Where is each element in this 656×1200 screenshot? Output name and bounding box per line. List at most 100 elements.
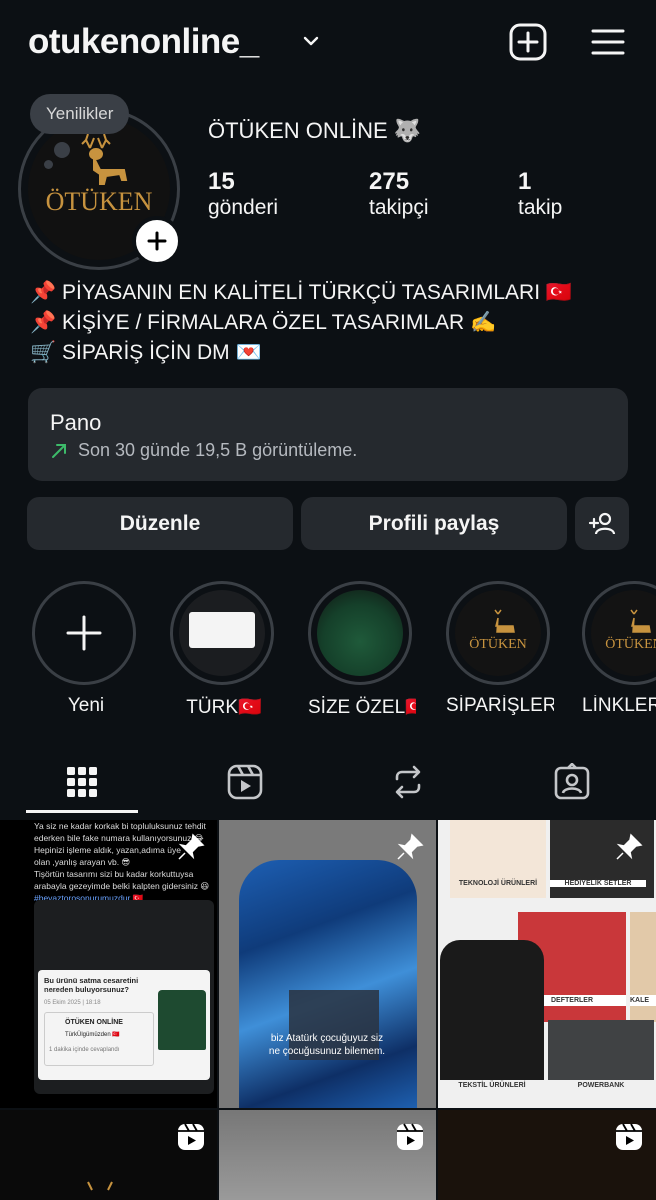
- dashboard-subtitle: Son 30 günde 19,5 B görüntüleme.: [78, 440, 358, 460]
- deer-logo-icon: ÖTÜKEN: [469, 609, 527, 652]
- repost-icon: [395, 765, 421, 799]
- highlight-circle: ÖTÜKEN: [582, 581, 656, 685]
- post-thumbnail-6[interactable]: [438, 1110, 656, 1200]
- post-1-screenshot: Bu ürünü satma cesaretini nereden buluyo…: [38, 970, 210, 1080]
- stat-followers-label: takipçi: [369, 196, 429, 219]
- card-name: ÖTÜKEN ONLİNE: [65, 1019, 123, 1026]
- post-thumbnail-4[interactable]: [0, 1110, 217, 1200]
- tagged-person-icon: [554, 763, 590, 800]
- pin-icon: [395, 832, 425, 862]
- stat-following[interactable]: 1 takip: [518, 168, 562, 220]
- pin-icon: [176, 832, 206, 862]
- pin-icon: [614, 832, 644, 862]
- reel-icon: [395, 1122, 425, 1152]
- highlight-circle: ÖTÜKEN: [446, 581, 550, 685]
- stat-posts-label: gönderi: [208, 196, 279, 219]
- menu-button[interactable]: [586, 20, 630, 64]
- highlight-new-circle: [32, 581, 136, 685]
- post-thumbnail-2[interactable]: biz Atatürk çocuğuyuz siz ne çocuğusunuz…: [219, 820, 436, 1108]
- reels-icon: [227, 764, 263, 800]
- card-reply: 1 dakika içinde cevaplandı: [49, 1047, 120, 1053]
- tab-grid[interactable]: [0, 754, 164, 810]
- card-sub: TürkÜlgümüzden 🇹🇷: [65, 1032, 120, 1038]
- professional-dashboard[interactable]: Pano Son 30 günde 19,5 B görüntüleme.: [28, 388, 628, 481]
- dashboard-title: Pano: [50, 410, 102, 435]
- post-text-line: arabayla gezeyimde belki kalpten gidersi…: [34, 881, 210, 891]
- add-person-icon: [588, 512, 616, 534]
- trend-up-icon: [50, 442, 68, 460]
- highlight-new[interactable]: Yeni: [32, 581, 140, 717]
- plus-icon: [66, 615, 102, 651]
- post-text-line: Tişörtün tasarımı sizi bu kadar korkuttu…: [34, 869, 194, 879]
- bio-line-3: 🛒 SİPARİŞ İÇİN DM 💌: [30, 341, 262, 364]
- tshirt-image: [239, 860, 417, 1108]
- deer-logo-icon: [87, 1181, 113, 1191]
- post-thumbnail-5[interactable]: [219, 1110, 436, 1200]
- active-tab-indicator: [26, 810, 138, 813]
- highlight-cover-screenshot: [179, 590, 265, 676]
- highlight-label: LİNKLER: [582, 695, 656, 716]
- category-label: KALE: [630, 995, 656, 1006]
- card-tshirt-image: [158, 990, 206, 1050]
- highlight-label: SİZE ÖZEL🇹🇷: [308, 697, 416, 718]
- card-stars: **** ****: [44, 990, 65, 996]
- bio-line-2: 📌 KİŞİYE / FİRMALARA ÖZEL TASARIMLAR ✍️: [30, 311, 497, 334]
- tab-tagged[interactable]: [490, 754, 654, 810]
- plus-square-icon: [509, 23, 547, 61]
- grid-icon: [67, 767, 97, 797]
- highlight-turk[interactable]: TÜRK🇹🇷: [170, 581, 278, 719]
- category-label: POWERBANK: [577, 1082, 625, 1089]
- stat-posts-count: 15: [208, 168, 235, 195]
- highlight-label: TÜRK🇹🇷: [186, 697, 262, 718]
- note-bubble-tail: [54, 142, 70, 158]
- highlight-cover-logo: ÖTÜKEN: [455, 590, 541, 676]
- discover-people-button[interactable]: [575, 497, 629, 550]
- card-reply-box: ÖTÜKEN ONLİNE TürkÜlgümüzden 🇹🇷 1 dakika…: [44, 1012, 154, 1066]
- highlight-linkler[interactable]: ÖTÜKEN LİNKLER: [582, 581, 656, 717]
- tab-reposts[interactable]: [326, 754, 490, 810]
- profile-note[interactable]: Yenilikler: [30, 94, 130, 134]
- tab-reels[interactable]: [163, 754, 327, 810]
- add-story-button[interactable]: [132, 216, 182, 266]
- reel-icon: [614, 1122, 644, 1152]
- post-1-embedded-card: Bu ürünü satma cesaretini nereden buluyo…: [34, 900, 214, 1094]
- highlight-siparisler[interactable]: ÖTÜKEN SİPARİŞLER...: [446, 581, 554, 717]
- category-label: TEKSTİL ÜRÜNLERİ: [458, 1082, 526, 1089]
- card-date: 05 Ekim 2025 | 18:18: [44, 1000, 101, 1006]
- stat-following-label: takip: [518, 196, 563, 219]
- post-2-caption: biz Atatürk çocuğuyuz siz ne çocuğusunuz…: [268, 1033, 386, 1057]
- post-text-line: Ya siz ne kadar korkak bi topluluksunuz …: [34, 821, 206, 831]
- highlight-label: SİPARİŞLER...: [446, 695, 554, 716]
- category-label: TEKNOLOJİ ÜRÜNLERİ: [458, 880, 538, 887]
- edit-profile-button[interactable]: Düzenle: [27, 497, 293, 550]
- plus-icon: [147, 231, 167, 251]
- post-thumbnail-1[interactable]: Ya siz ne kadar korkak bi topluluksunuz …: [0, 820, 217, 1108]
- deer-logo-icon: ÖTÜKEN: [605, 609, 656, 652]
- stat-followers[interactable]: 275 takipçi: [369, 168, 429, 220]
- highlight-circle: [308, 581, 412, 685]
- svg-text:ÖTÜKEN: ÖTÜKEN: [46, 187, 153, 216]
- highlight-cover-tshirt: [317, 590, 403, 676]
- highlight-size-ozel[interactable]: SİZE ÖZEL🇹🇷: [308, 581, 416, 719]
- powerbank-image: [548, 1020, 654, 1080]
- stat-following-count: 1: [518, 168, 532, 195]
- hamburger-menu-icon: [591, 29, 625, 55]
- category-label: HEDİYELİK SETLER: [550, 880, 646, 887]
- stat-posts[interactable]: 15 gönderi: [208, 168, 278, 220]
- svg-text:ÖTÜKEN: ÖTÜKEN: [469, 635, 527, 652]
- share-profile-button[interactable]: Profili paylaş: [301, 497, 567, 550]
- new-post-button[interactable]: [506, 20, 550, 64]
- highlight-cover-logo: ÖTÜKEN: [591, 590, 656, 676]
- post-thumbnail-3[interactable]: TEKNOLOJİ ÜRÜNLERİ HEDİYELİK SETLER DEFT…: [438, 820, 656, 1108]
- chevron-down-icon[interactable]: [300, 30, 322, 52]
- svg-text:ÖTÜKEN: ÖTÜKEN: [605, 635, 656, 652]
- highlight-label: Yeni: [67, 695, 105, 716]
- stat-followers-count: 275: [369, 168, 410, 195]
- note-bubble-tail-small: [44, 160, 53, 169]
- bio-line-1: 📌 PİYASANIN EN KALİTELİ TÜRKÇÜ TASARIMLA…: [30, 281, 573, 304]
- display-name: ÖTÜKEN ONLİNE 🐺: [208, 118, 422, 143]
- reel-icon: [176, 1122, 206, 1152]
- profile-username[interactable]: otukenonline_: [28, 22, 259, 62]
- textile-image: [440, 940, 544, 1080]
- highlight-circle: [170, 581, 274, 685]
